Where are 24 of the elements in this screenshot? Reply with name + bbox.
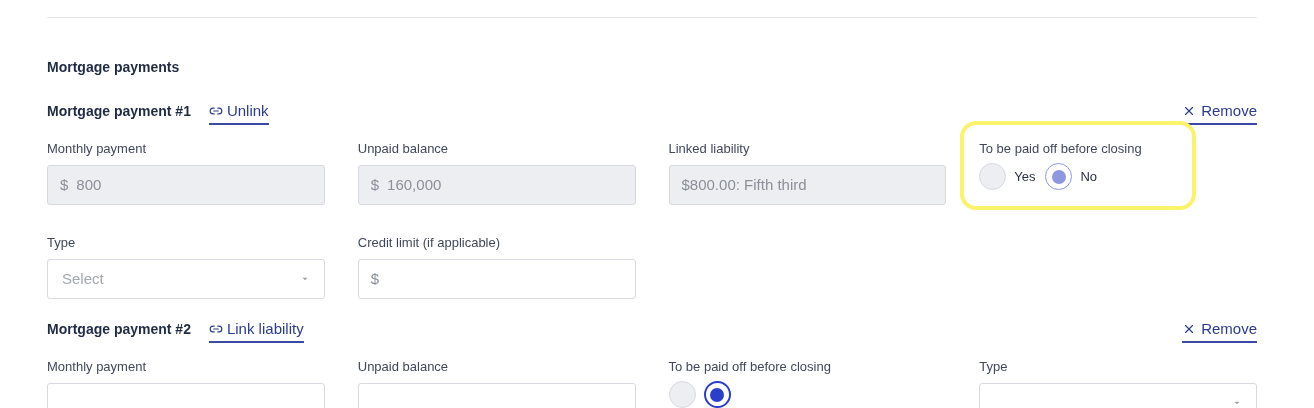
input-value: 160,000 bbox=[387, 174, 442, 195]
remove-button[interactable]: Remove bbox=[1182, 319, 1257, 343]
field-label: To be paid off before closing bbox=[668, 359, 832, 375]
field-label: Unpaid balance bbox=[357, 141, 450, 157]
link-button[interactable]: Link liability bbox=[208, 319, 304, 343]
field-label: Type bbox=[47, 235, 77, 251]
field-label: Monthly payment bbox=[47, 141, 147, 157]
input-value: 800 bbox=[76, 174, 102, 195]
radio-label: Yes bbox=[1014, 167, 1036, 186]
field-label: Credit limit (if applicable) bbox=[357, 235, 502, 251]
field-label: To be paid off before closing bbox=[979, 141, 1143, 157]
select-placeholder: Select bbox=[62, 268, 104, 289]
payment-title: Mortgage payment #1 bbox=[47, 102, 191, 121]
field-label: Linked liability bbox=[668, 141, 751, 157]
field-label: Monthly payment bbox=[47, 359, 147, 375]
radio-label: No bbox=[1080, 167, 1098, 186]
section-title: Mortgage payments bbox=[47, 58, 181, 77]
currency-symbol: $ bbox=[370, 268, 380, 289]
currency-symbol: $ bbox=[370, 174, 380, 195]
input-value: $800.00: Fifth third bbox=[681, 174, 807, 195]
field-label: Type bbox=[979, 359, 1009, 375]
currency-symbol: $ bbox=[60, 174, 69, 195]
field-label: Unpaid balance bbox=[357, 359, 450, 375]
payment-title: Mortgage payment #2 bbox=[47, 320, 191, 339]
